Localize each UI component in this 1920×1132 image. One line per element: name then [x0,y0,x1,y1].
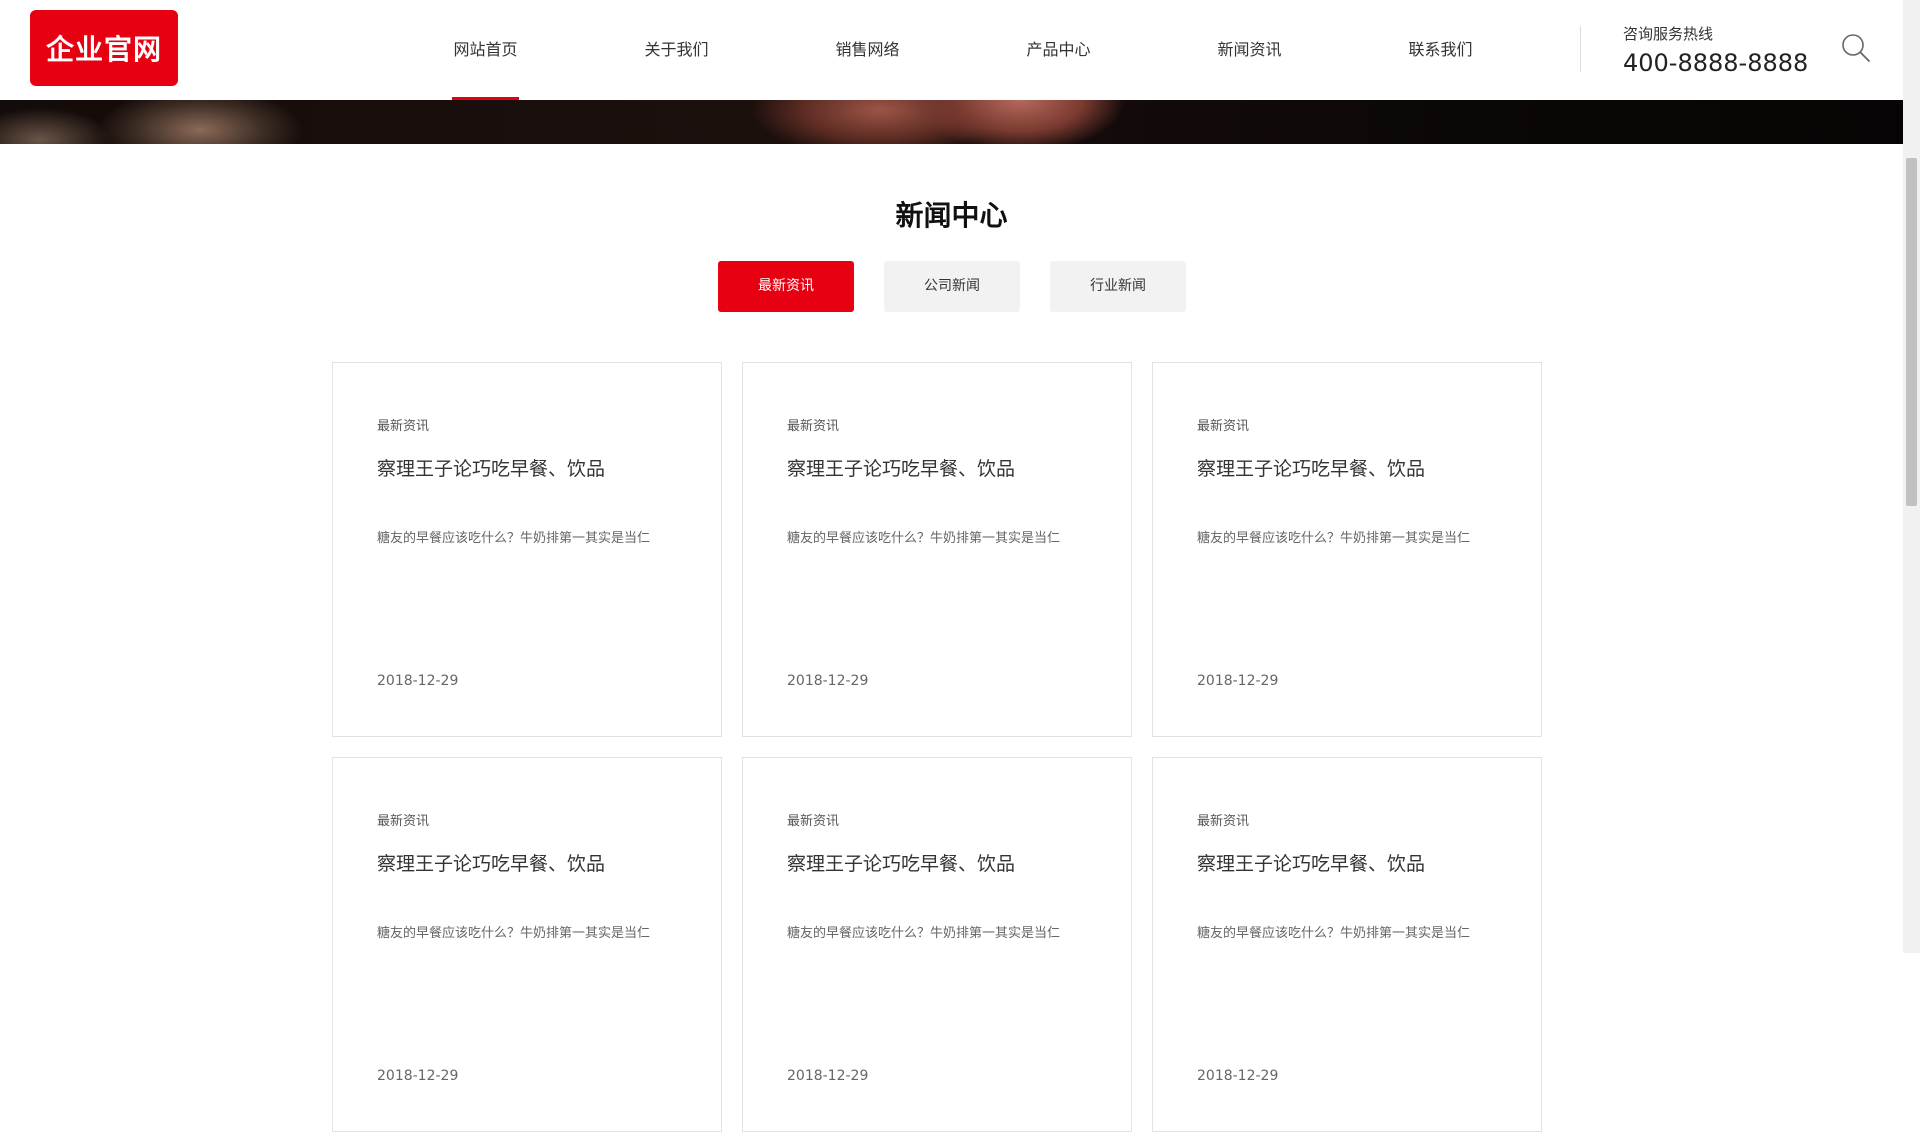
news-card[interactable]: 最新资讯 察理王子论巧吃早餐、饮品 糖友的早餐应该吃什么？牛奶排第一其实是当仁 … [1152,362,1542,737]
tab-industry-news[interactable]: 行业新闻 [1050,261,1186,312]
news-card[interactable]: 最新资讯 察理王子论巧吃早餐、饮品 糖友的早餐应该吃什么？牛奶排第一其实是当仁 … [742,362,1132,737]
news-date: 2018-12-29 [787,1068,869,1084]
nav-item-about[interactable]: 关于我们 [581,0,772,100]
section-title: 新闻中心 [895,199,1008,232]
nav-item-products[interactable]: 产品中心 [963,0,1154,100]
tab-latest-news[interactable]: 最新资讯 [718,261,854,312]
news-date: 2018-12-29 [1197,673,1279,689]
page-scrollbar[interactable] [1903,0,1920,953]
banner-image [0,100,1903,144]
news-title[interactable]: 察理王子论巧吃早餐、饮品 [787,454,1015,481]
news-card[interactable]: 最新资讯 察理王子论巧吃早餐、饮品 糖友的早餐应该吃什么？牛奶排第一其实是当仁 … [1152,757,1542,1132]
news-category: 最新资讯 [1197,419,1250,434]
header-divider [1580,26,1581,72]
news-date: 2018-12-29 [1197,1068,1279,1084]
hotline-block: 咨询服务热线 400-8888-8888 [1623,24,1808,80]
news-description: 糖友的早餐应该吃什么？牛奶排第一其实是当仁 [1197,531,1471,546]
news-card[interactable]: 最新资讯 察理王子论巧吃早餐、饮品 糖友的早餐应该吃什么？牛奶排第一其实是当仁 … [332,362,722,737]
site-header: 企业官网 网站首页 关于我们 销售网络 产品中心 新闻资讯 联系我们 咨询服务热… [0,0,1903,100]
news-date: 2018-12-29 [787,673,869,689]
news-tabs: 最新资讯 公司新闻 行业新闻 [718,261,1216,312]
hotline-number: 400-8888-8888 [1623,49,1809,77]
news-date: 2018-12-29 [377,673,459,689]
nav-item-home[interactable]: 网站首页 [390,0,581,100]
nav-item-sales-network[interactable]: 销售网络 [772,0,963,100]
news-category: 最新资讯 [787,419,840,434]
news-title[interactable]: 察理王子论巧吃早餐、饮品 [1197,849,1425,876]
news-card[interactable]: 最新资讯 察理王子论巧吃早餐、饮品 糖友的早餐应该吃什么？牛奶排第一其实是当仁 … [332,757,722,1132]
news-description: 糖友的早餐应该吃什么？牛奶排第一其实是当仁 [1197,926,1471,941]
search-icon[interactable] [1838,30,1874,66]
news-description: 糖友的早餐应该吃什么？牛奶排第一其实是当仁 [377,926,651,941]
news-title[interactable]: 察理王子论巧吃早餐、饮品 [377,454,605,481]
hotline-label: 咨询服务热线 [1623,25,1714,43]
news-category: 最新资讯 [787,814,840,829]
scrollbar-thumb[interactable] [1906,158,1917,506]
news-category: 最新资讯 [1197,814,1250,829]
news-card[interactable]: 最新资讯 察理王子论巧吃早餐、饮品 糖友的早餐应该吃什么？牛奶排第一其实是当仁 … [742,757,1132,1132]
news-title[interactable]: 察理王子论巧吃早餐、饮品 [377,849,605,876]
news-title[interactable]: 察理王子论巧吃早餐、饮品 [787,849,1015,876]
news-description: 糖友的早餐应该吃什么？牛奶排第一其实是当仁 [377,531,651,546]
news-title[interactable]: 察理王子论巧吃早餐、饮品 [1197,454,1425,481]
news-description: 糖友的早餐应该吃什么？牛奶排第一其实是当仁 [787,531,1061,546]
nav-item-contact[interactable]: 联系我们 [1345,0,1536,100]
news-description: 糖友的早餐应该吃什么？牛奶排第一其实是当仁 [787,926,1061,941]
news-grid: 最新资讯 察理王子论巧吃早餐、饮品 糖友的早餐应该吃什么？牛奶排第一其实是当仁 … [332,362,1542,1132]
main-nav: 网站首页 关于我们 销售网络 产品中心 新闻资讯 联系我们 [390,0,1536,100]
nav-item-news[interactable]: 新闻资讯 [1154,0,1345,100]
news-date: 2018-12-29 [377,1068,459,1084]
site-logo[interactable]: 企业官网 [30,10,178,86]
tab-company-news[interactable]: 公司新闻 [884,261,1020,312]
news-category: 最新资讯 [377,419,430,434]
news-category: 最新资讯 [377,814,430,829]
